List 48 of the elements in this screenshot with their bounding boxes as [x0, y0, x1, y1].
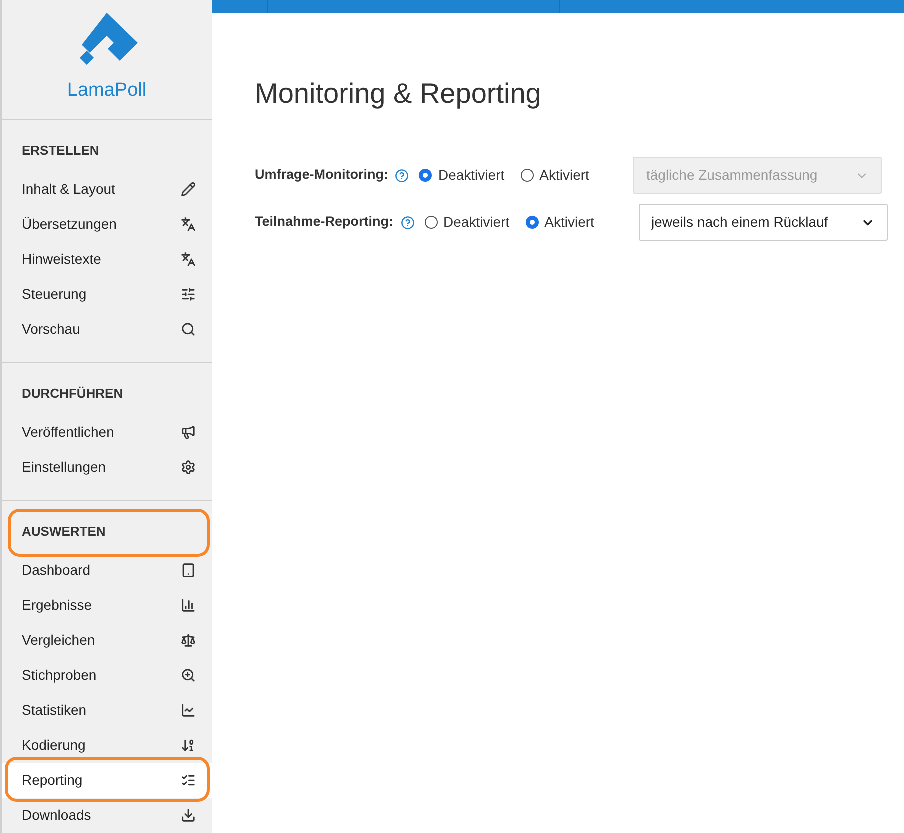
sort-icon [181, 738, 196, 753]
line-chart-icon [181, 703, 196, 718]
sliders-icon [181, 287, 196, 302]
download-icon [181, 808, 196, 823]
section-heading: DURCHFÜHREN [22, 384, 124, 402]
radio-option[interactable]: Deaktiviert [419, 165, 505, 186]
settings-icon [181, 460, 196, 475]
radio-button[interactable] [424, 216, 438, 229]
sidebar-item[interactable]: Steuerung [2, 277, 212, 312]
bar-chart-icon [181, 598, 196, 613]
sidebar-item[interactable]: Kodierung [2, 728, 212, 763]
checklist-icon [181, 773, 196, 788]
sidebar-item[interactable]: Statistiken [2, 693, 212, 728]
radio-option[interactable]: Aktiviert [526, 212, 594, 233]
sidebar-item[interactable]: Dashboard [2, 553, 212, 588]
setting-label: Teilnahme-Reporting: [255, 213, 394, 232]
radio-option[interactable]: Aktiviert [520, 165, 590, 186]
setting-label: Umfrage-Monitoring: [255, 166, 388, 184]
sidebar-item[interactable]: Einstellungen [2, 450, 212, 485]
section-heading: ERSTELLEN [22, 142, 100, 160]
megaphone-icon [181, 425, 196, 440]
zoom-in-icon [181, 668, 196, 683]
radio-button[interactable] [526, 216, 539, 229]
translate-icon [181, 217, 196, 232]
sidebar-item[interactable]: Inhalt & Layout [2, 172, 212, 207]
help-icon[interactable] [395, 168, 410, 182]
dropdown-select[interactable]: jeweils nach einem Rücklauf [638, 204, 888, 241]
help-icon[interactable] [400, 216, 415, 230]
sidebar-item[interactable]: Hinweistexte [2, 242, 212, 277]
radio-option[interactable]: Deaktiviert [424, 212, 510, 233]
sidebar-item[interactable]: Übersetzungen [2, 207, 212, 242]
sidebar-item[interactable]: Ergebnisse [2, 588, 212, 623]
sidebar-item[interactable]: Stichproben [2, 658, 212, 693]
radio-button[interactable] [520, 169, 534, 182]
page-title: Monitoring & Reporting [255, 77, 542, 111]
logo-text: LamaPoll [67, 79, 147, 104]
section-heading: AUSWERTEN [22, 522, 106, 540]
sidebar-item[interactable]: Downloads [2, 798, 212, 833]
radio-button[interactable] [419, 169, 432, 182]
sidebar-item[interactable]: Vorschau [2, 312, 212, 347]
tablet-icon [181, 563, 196, 578]
sidebar-item[interactable]: Veröffentlichen [2, 415, 212, 450]
search-icon [181, 322, 196, 337]
sidebar-item[interactable]: Vergleichen [2, 623, 212, 658]
scale-icon [181, 633, 196, 648]
translate-icon [181, 252, 196, 267]
pencil-icon [181, 182, 196, 197]
sidebar-item[interactable]: Reporting [2, 763, 212, 798]
